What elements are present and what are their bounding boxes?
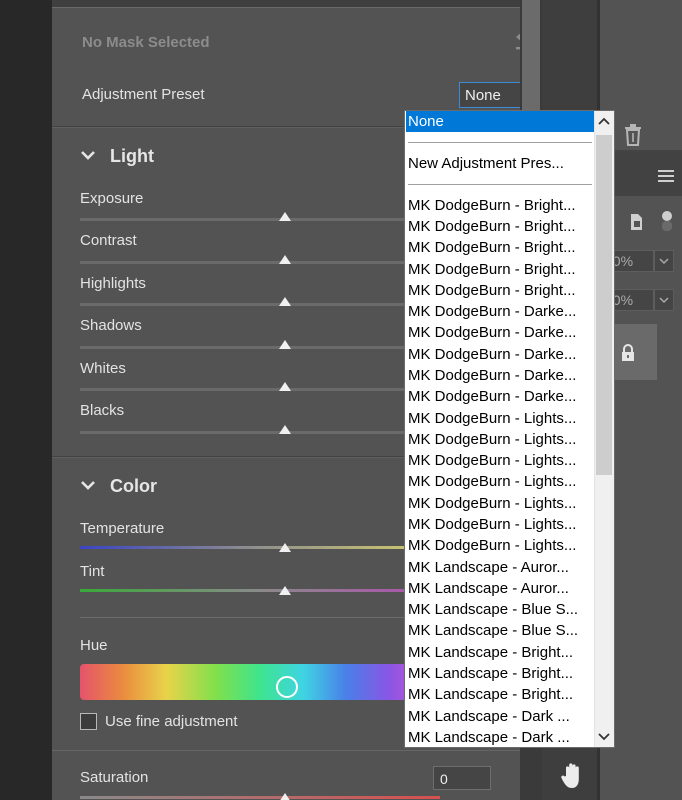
panel-top-edge (52, 0, 520, 8)
whites-slider[interactable] (80, 388, 440, 391)
lock-pixels-icon[interactable] (628, 212, 644, 232)
dropdown-option[interactable]: MK DodgeBurn - Lights... (406, 408, 594, 429)
blacks-slider[interactable] (80, 431, 440, 434)
hue-slider[interactable] (80, 664, 440, 700)
exposure-slider[interactable] (80, 218, 440, 221)
dropdown-option[interactable]: MK DodgeBurn - Darke... (406, 322, 594, 343)
divider (52, 750, 520, 751)
shadows-label: Shadows (80, 317, 142, 334)
dropdown-option[interactable]: MK DodgeBurn - Lights... (406, 450, 594, 471)
contrast-label: Contrast (80, 232, 137, 249)
fine-adjustment-checkbox[interactable] (80, 713, 97, 730)
dropdown-separator (408, 184, 592, 185)
scroll-up-icon[interactable] (594, 111, 614, 133)
contrast-slider[interactable] (80, 261, 440, 264)
dropdown-option[interactable]: MK DodgeBurn - Bright... (406, 195, 594, 216)
tint-slider-thumb[interactable] (279, 586, 291, 595)
fill-dropdown[interactable] (654, 289, 674, 311)
toggle-icon[interactable] (660, 210, 674, 232)
dropdown-option[interactable]: MK DodgeBurn - Lights... (406, 514, 594, 535)
dropdown-option[interactable]: MK Landscape - Bright... (406, 663, 594, 684)
saturation-input[interactable]: 0 (433, 766, 491, 790)
dropdown-option[interactable]: MK DodgeBurn - Bright... (406, 280, 594, 301)
chevron-down-icon (659, 258, 669, 265)
highlights-slider[interactable] (80, 303, 440, 306)
tint-slider[interactable] (80, 589, 440, 592)
temperature-label: Temperature (80, 520, 165, 537)
dropdown-option[interactable]: MK DodgeBurn - Lights... (406, 471, 594, 492)
scroll-down-icon[interactable] (594, 725, 614, 747)
highlights-slider-thumb[interactable] (279, 297, 291, 306)
dropdown-option-new-preset[interactable]: New Adjustment Pres... (406, 153, 594, 174)
dropdown-option[interactable]: MK Landscape - Auror... (406, 557, 594, 578)
dropdown-option[interactable]: MK DodgeBurn - Bright... (406, 216, 594, 237)
dropdown-option[interactable]: MK DodgeBurn - Darke... (406, 365, 594, 386)
dropdown-option[interactable]: MK Landscape - Blue S... (406, 599, 594, 620)
adjustment-preset-label: Adjustment Preset (82, 86, 205, 103)
preset-select-value: None (465, 87, 501, 104)
hand-tool-icon[interactable] (560, 762, 586, 790)
whites-slider-thumb[interactable] (279, 382, 291, 391)
dropdown-option[interactable]: MK Landscape - Blue S... (406, 620, 594, 641)
fine-adjustment-label: Use fine adjustment (105, 713, 238, 730)
panel-menu-icon[interactable] (658, 169, 674, 183)
adjustment-preset-dropdown-list[interactable]: None New Adjustment Pres... MK DodgeBurn… (404, 110, 615, 748)
lock-icon (622, 344, 634, 361)
tint-label: Tint (80, 563, 105, 580)
dropdown-option[interactable]: MK DodgeBurn - Bright... (406, 237, 594, 258)
temperature-slider[interactable] (80, 546, 440, 549)
exposure-label: Exposure (80, 190, 144, 207)
chevron-down-icon (659, 297, 669, 304)
whites-label: Whites (80, 360, 126, 377)
mask-status: No Mask Selected (82, 34, 210, 51)
dropdown-option[interactable]: MK Landscape - Auror... (406, 578, 594, 599)
contrast-slider-thumb[interactable] (279, 255, 291, 264)
exposure-slider-thumb[interactable] (279, 212, 291, 221)
left-gutter (0, 0, 52, 800)
temperature-slider-thumb[interactable] (279, 543, 291, 552)
dropdown-option[interactable]: MK DodgeBurn - Darke... (406, 386, 594, 407)
dropdown-option[interactable]: MK Landscape - Bright... (406, 684, 594, 705)
dropdown-option[interactable]: MK Landscape - Bright... (406, 642, 594, 663)
dropdown-option[interactable]: MK Landscape - Dark ... (406, 727, 594, 747)
dropdown-option[interactable]: MK DodgeBurn - Darke... (406, 344, 594, 365)
blacks-slider-thumb[interactable] (279, 425, 291, 434)
dropdown-option-none[interactable]: None (406, 111, 594, 132)
dropdown-option[interactable]: MK Landscape - Dark ... (406, 706, 594, 727)
light-title: Light (110, 146, 154, 166)
dropdown-option[interactable]: MK DodgeBurn - Darke... (406, 301, 594, 322)
dropdown-separator (408, 142, 592, 143)
chevron-down-icon (81, 481, 95, 490)
dropdown-scrollbar-thumb[interactable] (596, 135, 612, 475)
hue-label: Hue (80, 637, 108, 654)
dropdown-option[interactable]: MK DodgeBurn - Lights... (406, 429, 594, 450)
dropdown-option[interactable]: MK DodgeBurn - Lights... (406, 493, 594, 514)
adjustment-preset-select[interactable]: None (459, 82, 520, 108)
hue-slider-handle[interactable] (276, 676, 298, 698)
chevron-down-icon (81, 151, 95, 160)
blacks-label: Blacks (80, 402, 125, 419)
trash-icon[interactable] (623, 124, 643, 146)
saturation-slider[interactable] (80, 796, 440, 799)
saturation-label: Saturation (80, 769, 149, 786)
dropdown-option[interactable]: MK DodgeBurn - Bright... (406, 259, 594, 280)
saturation-slider-thumb[interactable] (279, 793, 291, 800)
shadows-slider-thumb[interactable] (279, 340, 291, 349)
dropdown-option[interactable]: MK DodgeBurn - Lights... (406, 535, 594, 556)
color-title: Color (110, 476, 157, 496)
highlights-label: Highlights (80, 275, 146, 292)
opacity-dropdown[interactable] (654, 250, 674, 272)
shadows-slider[interactable] (80, 346, 440, 349)
